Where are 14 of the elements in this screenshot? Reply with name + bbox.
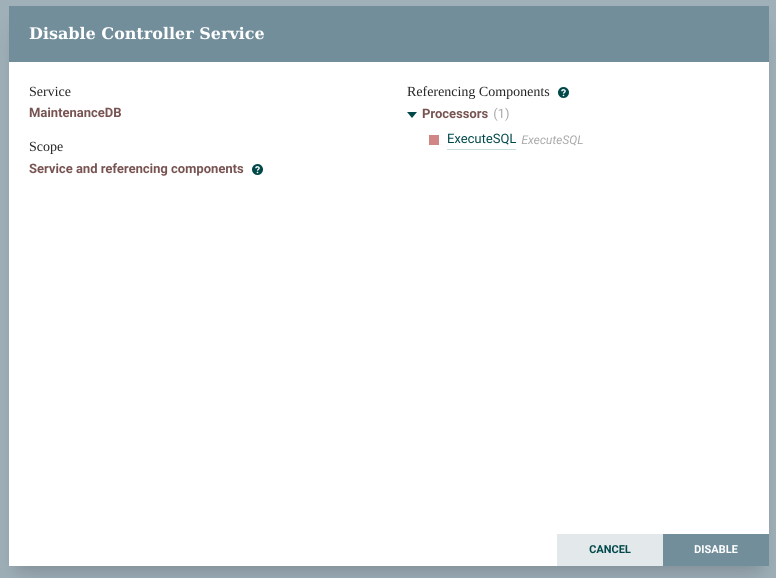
help-icon[interactable]	[252, 164, 263, 175]
field-label: Scope	[29, 138, 64, 156]
field-label: Service	[29, 84, 72, 102]
help-icon[interactable]	[558, 87, 569, 98]
component-type: ExecuteSQL	[521, 132, 584, 149]
caret-down-icon[interactable]	[407, 110, 417, 119]
field-value: MaintenanceDB	[29, 105, 123, 123]
field-label: Referencing Components	[407, 84, 550, 102]
cancel-button[interactable]: CANCEL	[557, 534, 663, 566]
group-count: (1)	[493, 106, 510, 124]
group-name: Processors	[422, 106, 488, 124]
dialog-title: Disable Controller Service	[29, 23, 265, 45]
field-value: Service and referencing components	[29, 160, 244, 178]
component-link[interactable]: ExecuteSQL	[447, 130, 516, 150]
